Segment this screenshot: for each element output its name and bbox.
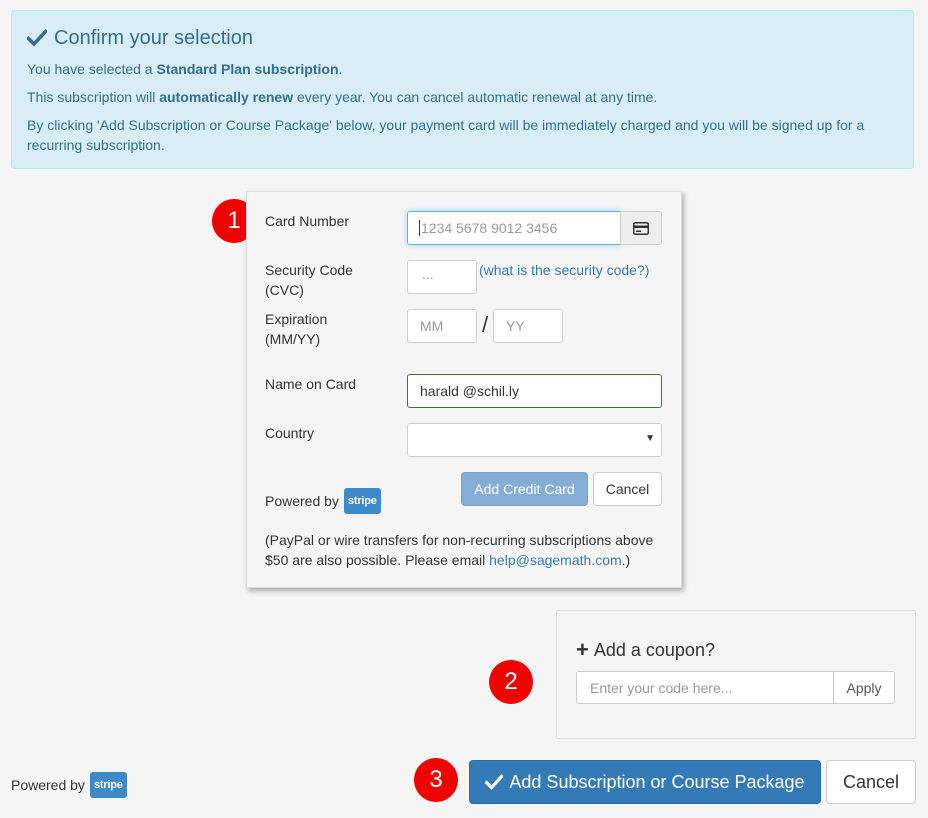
- expiration-label: Expiration (MM/YY): [265, 311, 328, 347]
- renewal-text: This subscription will automatically ren…: [27, 89, 658, 105]
- country-label: Country: [265, 425, 315, 441]
- name-on-card-label: Name on Card: [265, 376, 357, 392]
- add-subscription-button[interactable]: Add Subscription or Course Package: [469, 760, 821, 804]
- card-number-input[interactable]: 1234 5678 9012 3456: [407, 211, 621, 245]
- apply-coupon-button[interactable]: Apply: [833, 671, 895, 704]
- card-number-label: Card Number: [265, 213, 350, 229]
- dropdown-arrow-icon: ▼: [645, 433, 655, 444]
- stripe-logo: stripe: [343, 488, 381, 514]
- credit-card-form: Card Number 1234 5678 9012 3456 Security…: [246, 191, 682, 588]
- add-coupon-toggle[interactable]: + Add a coupon?: [576, 638, 715, 662]
- stripe-logo: stripe: [89, 772, 127, 798]
- add-credit-card-button[interactable]: Add Credit Card: [461, 472, 588, 506]
- coupon-code-input[interactable]: Enter your code here...: [576, 671, 834, 704]
- plus-icon: +: [576, 637, 589, 662]
- step-marker-3: 3: [414, 758, 458, 802]
- cvc-placeholder: ...: [422, 266, 434, 282]
- confirm-title-text: Confirm your selection: [54, 27, 253, 49]
- footer-powered-by: Powered by stripe: [11, 772, 127, 798]
- cancel-button[interactable]: Cancel: [826, 760, 916, 804]
- card-number-placeholder: 1234 5678 9012 3456: [421, 220, 558, 236]
- confirm-alert: Confirm your selection You have selected…: [11, 10, 914, 169]
- card-cancel-button[interactable]: Cancel: [593, 472, 662, 506]
- expiry-slash: /: [482, 312, 489, 337]
- charge-notice: By clicking 'Add Subscription or Course …: [27, 117, 865, 153]
- confirm-title: Confirm your selection: [27, 26, 253, 50]
- expiry-month-input[interactable]: MM: [407, 309, 477, 343]
- selection-text: You have selected a Standard Plan subscr…: [27, 61, 343, 77]
- checkmark-icon: [27, 29, 47, 47]
- credit-card-icon: [620, 211, 662, 245]
- expiry-year-input[interactable]: YY: [493, 309, 563, 343]
- country-select[interactable]: ▼: [407, 423, 662, 457]
- name-on-card-input[interactable]: harald @schil.ly: [407, 374, 662, 408]
- help-email-link[interactable]: help@sagemath.com: [489, 552, 622, 568]
- security-code-label: Security Code (CVC): [265, 262, 353, 298]
- step-marker-2: 2: [489, 660, 533, 704]
- checkmark-icon: [485, 774, 504, 790]
- cvc-help-link[interactable]: (what is the security code?): [479, 260, 649, 280]
- cvc-input[interactable]: ...: [407, 260, 477, 294]
- payment-note: (PayPal or wire transfers for non-recurr…: [265, 532, 654, 568]
- text-caret: [419, 220, 420, 236]
- coupon-panel: + Add a coupon? Enter your code here... …: [556, 610, 916, 739]
- card-powered-by: Powered by stripe: [265, 488, 381, 514]
